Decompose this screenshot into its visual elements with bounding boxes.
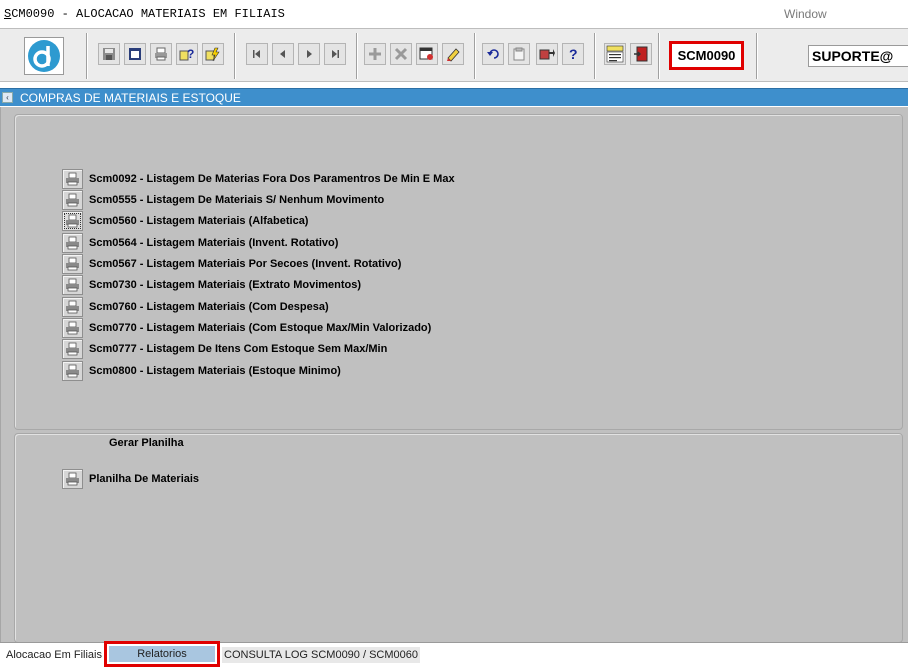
printer-icon — [66, 193, 79, 207]
print-icon[interactable] — [150, 43, 172, 65]
printer-icon — [66, 172, 79, 186]
last-record-icon[interactable] — [324, 43, 346, 65]
report-row[interactable]: Scm0777 - Listagem De Itens Com Estoque … — [62, 339, 387, 359]
report-label: Scm0760 - Listagem Materiais (Com Despes… — [89, 301, 329, 313]
app-logo — [24, 37, 64, 75]
run-query-icon[interactable] — [202, 43, 224, 65]
screen-code-field: SCM0090 — [669, 41, 744, 70]
print-report-button[interactable] — [62, 297, 83, 317]
tab-relatorios-label: Relatorios — [109, 646, 215, 662]
tab-alocacao-em-filiais[interactable]: Alocacao Em Filiais — [6, 647, 102, 663]
tab-bar: Alocacao Em Filiais Relatorios CONSULTA … — [0, 641, 908, 670]
toolbar: ? ? SCM0090 SUPORTE@ — [0, 28, 908, 82]
spreadsheet-row[interactable]: Planilha De Materiais — [62, 469, 199, 489]
print-report-button[interactable] — [62, 190, 83, 210]
report-row[interactable]: Scm0560 - Listagem Materiais (Alfabetica… — [62, 211, 308, 231]
report-label: Scm0800 - Listagem Materiais (Estoque Mi… — [89, 365, 341, 377]
report-label: Scm0564 - Listagem Materiais (Invent. Ro… — [89, 237, 339, 249]
toolbar-separator — [594, 33, 596, 79]
report-row[interactable]: Scm0555 - Listagem De Materiais S/ Nenhu… — [62, 190, 384, 210]
printer-icon — [66, 321, 79, 335]
generate-spreadsheet-button[interactable] — [62, 469, 83, 489]
user-field: SUPORTE@ — [808, 45, 908, 67]
tools-icon[interactable] — [536, 43, 558, 65]
help-icon[interactable]: ? — [562, 43, 584, 65]
report-label: Scm0567 - Listagem Materiais Por Secoes … — [89, 258, 402, 270]
report-label: Scm0092 - Listagem De Materias Fora Dos … — [89, 173, 455, 185]
toolbar-separator — [474, 33, 476, 79]
print-report-button[interactable] — [62, 169, 83, 189]
toolbar-separator — [86, 33, 88, 79]
report-label: Scm0770 - Listagem Materiais (Com Estoqu… — [89, 322, 432, 334]
report-row[interactable]: Scm0730 - Listagem Materiais (Extrato Mo… — [62, 275, 361, 295]
undo-icon[interactable] — [482, 43, 504, 65]
printer-icon — [66, 236, 79, 250]
first-record-icon[interactable] — [246, 43, 268, 65]
window-icon[interactable] — [124, 43, 146, 65]
logo-d-icon — [28, 40, 60, 72]
previous-record-icon[interactable] — [272, 43, 294, 65]
exit-icon[interactable] — [630, 43, 652, 65]
save-icon[interactable] — [98, 43, 120, 65]
report-row[interactable]: Scm0567 - Listagem Materiais Por Secoes … — [62, 254, 401, 274]
printer-icon — [66, 342, 79, 356]
print-report-button[interactable] — [62, 254, 83, 274]
printer-icon — [66, 300, 79, 314]
spreadsheet-section-title: Gerar Planilha — [109, 437, 184, 449]
spreadsheet-panel — [14, 433, 903, 643]
toolbar-separator — [658, 33, 660, 79]
printer-icon — [66, 472, 79, 486]
print-report-button[interactable] — [62, 211, 83, 231]
print-report-button[interactable] — [62, 233, 83, 253]
print-report-button[interactable] — [62, 275, 83, 295]
toolbar-separator — [756, 33, 758, 79]
report-row[interactable]: Scm0770 - Listagem Materiais (Com Estoqu… — [62, 318, 431, 338]
print-report-button[interactable] — [62, 318, 83, 338]
report-label: Scm0555 - Listagem De Materiais S/ Nenhu… — [89, 194, 385, 206]
toolbar-separator — [234, 33, 236, 79]
print-report-button[interactable] — [62, 339, 83, 359]
edit-record-icon[interactable] — [416, 43, 438, 65]
add-record-icon[interactable] — [364, 43, 386, 65]
svg-text:?: ? — [569, 47, 578, 61]
title-bar: SCM0090 - ALOCACAO MATERIAIS EM FILIAIS … — [0, 0, 908, 28]
delete-record-icon[interactable] — [390, 43, 412, 65]
clear-record-icon[interactable] — [442, 43, 464, 65]
svg-text:?: ? — [187, 47, 194, 61]
window-title: SCM0090 - ALOCACAO MATERIAIS EM FILIAIS — [4, 7, 285, 21]
spreadsheet-label: Planilha De Materiais — [89, 473, 200, 485]
printer-icon — [66, 278, 79, 292]
report-label: Scm0777 - Listagem De Itens Com Estoque … — [89, 343, 388, 355]
menu-icon[interactable] — [604, 43, 626, 65]
module-header: ‹ COMPRAS DE MATERIAIS E ESTOQUE — [0, 88, 908, 106]
tab-relatorios[interactable]: Relatorios — [104, 641, 220, 667]
printer-icon — [66, 364, 79, 378]
report-label: Scm0730 - Listagem Materiais (Extrato Mo… — [89, 279, 362, 291]
next-record-icon[interactable] — [298, 43, 320, 65]
printer-icon — [66, 257, 79, 271]
copy-icon[interactable] — [508, 43, 530, 65]
report-row[interactable]: Scm0092 - Listagem De Materias Fora Dos … — [62, 169, 455, 189]
module-title: COMPRAS DE MATERIAIS E ESTOQUE — [20, 91, 241, 105]
printer-icon — [66, 214, 79, 228]
report-row[interactable]: Scm0564 - Listagem Materiais (Invent. Ro… — [62, 233, 338, 253]
help-query-icon[interactable]: ? — [176, 43, 198, 65]
toolbar-separator — [356, 33, 358, 79]
window-menu[interactable]: Window — [784, 7, 827, 21]
report-row[interactable]: Scm0800 - Listagem Materiais (Estoque Mi… — [62, 361, 341, 381]
tab-consulta-log[interactable]: CONSULTA LOG SCM0090 / SCM0060 — [222, 647, 420, 663]
report-row[interactable]: Scm0760 - Listagem Materiais (Com Despes… — [62, 297, 329, 317]
print-report-button[interactable] — [62, 361, 83, 381]
collapse-icon[interactable]: ‹ — [2, 92, 13, 103]
report-label: Scm0560 - Listagem Materiais (Alfabetica… — [89, 215, 309, 227]
